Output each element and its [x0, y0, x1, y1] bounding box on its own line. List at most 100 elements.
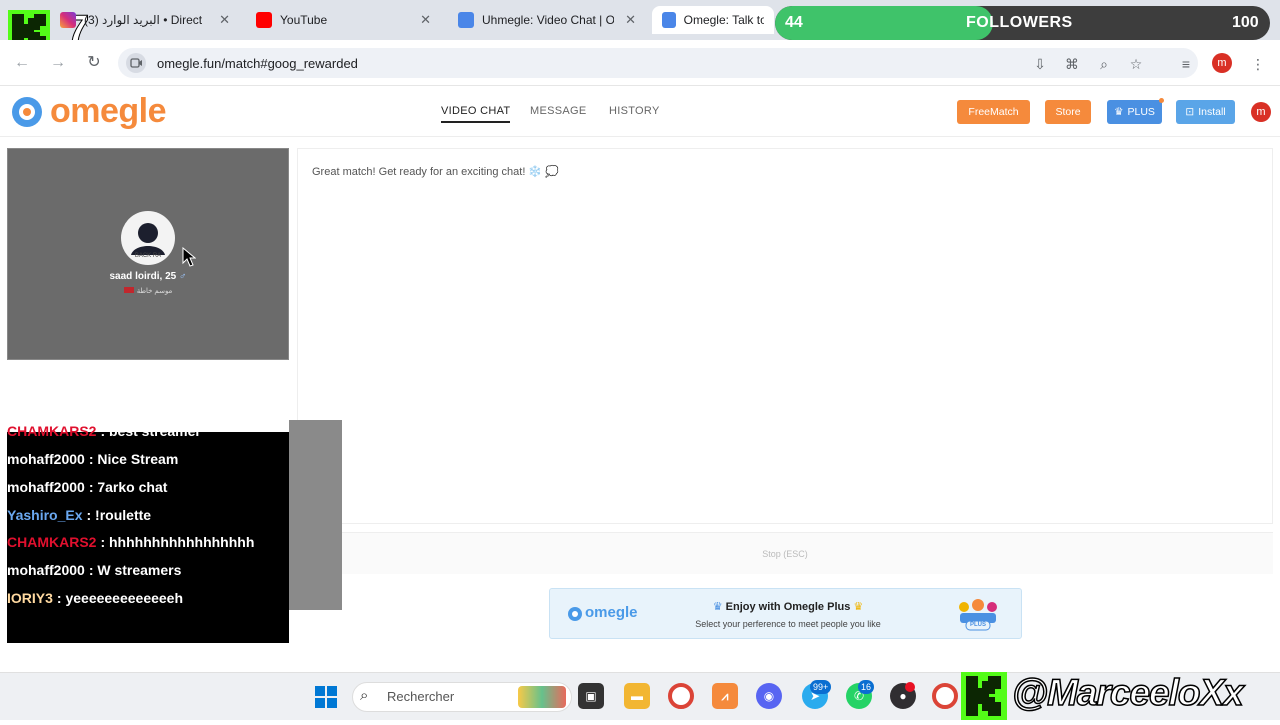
followers-label: FOLLOWERS	[966, 14, 1073, 31]
chat-username: mohaff2000	[7, 562, 85, 578]
crown-icon: ♛	[1114, 106, 1124, 118]
omegle-icon	[662, 12, 676, 28]
menu-dots-icon[interactable]: ⋮	[1247, 53, 1269, 75]
site-info-icon[interactable]	[126, 53, 146, 73]
tab-uhmegle[interactable]: Uhmegle: Video Chat | Or ✕	[448, 6, 646, 34]
profile-avatar[interactable]: m	[1212, 53, 1232, 73]
chat-text: : !roulette	[86, 507, 152, 523]
partner-name-text: saad loirdi, 25	[109, 271, 177, 282]
chat-username: mohaff2000	[7, 451, 85, 467]
tab-video-chat[interactable]: VIDEO CHAT	[441, 105, 511, 123]
banner-title-text: Enjoy with Omegle Plus	[725, 601, 851, 613]
search-highlight-image	[518, 686, 566, 708]
tab-history[interactable]: HISTORY	[609, 105, 660, 117]
tab-title: Omegle: Talk to S	[683, 13, 764, 27]
chat-username: Yashiro_Ex	[7, 507, 83, 523]
plus-label: PLUS	[1127, 106, 1155, 118]
telegram-badge: 99+	[810, 680, 832, 694]
stream-chat-line: mohaff2000: W streamers	[7, 557, 181, 583]
banner-plus-badge: PLUS	[969, 622, 986, 628]
plus-button[interactable]: ♛ PLUS	[1107, 100, 1162, 124]
stream-chat-line: mohaff2000: 7arko chat	[7, 474, 167, 500]
whatsapp-badge: 16	[858, 680, 875, 694]
close-icon[interactable]: ✕	[420, 12, 431, 28]
mouse-cursor-icon	[182, 246, 197, 272]
banner-logo-text: omegle	[585, 604, 638, 621]
tab-title: البريد الوارد (3) • Direct	[84, 13, 203, 27]
male-gender-icon: ♂	[178, 271, 187, 282]
flag-icon	[123, 287, 134, 293]
tab-message[interactable]: MESSAGE	[530, 105, 587, 117]
chat-text: : W streamers	[88, 562, 182, 578]
chat-text: : 7arko chat	[88, 479, 168, 495]
followers-current: 44	[785, 14, 803, 31]
close-icon[interactable]: ✕	[625, 12, 636, 28]
tab-instagram[interactable]: البريد الوارد (3) • Direct ✕	[50, 6, 240, 34]
store-button[interactable]: Store	[1045, 100, 1091, 124]
zoom-icon[interactable]: ⌕	[1093, 53, 1115, 75]
banner-title: ♛ Enjoy with Omegle Plus ♛	[688, 600, 888, 613]
notification-dot	[1159, 98, 1164, 103]
app-icon[interactable]: ⩘	[712, 683, 738, 709]
chat-username: CHAMKARS2	[7, 534, 97, 550]
chat-text: : yeeeeeeeeeeeeeh	[56, 590, 184, 606]
translate-icon[interactable]: ⌘	[1061, 53, 1083, 75]
youtube-icon	[256, 12, 272, 28]
overlay-side-panel	[289, 420, 342, 610]
instagram-icon	[60, 12, 76, 28]
chrome-active-icon[interactable]	[932, 683, 958, 709]
freematch-label: FreeMatch	[968, 106, 1019, 118]
chat-text: : Nice Stream	[88, 451, 179, 467]
tab-title: Uhmegle: Video Chat | Or	[482, 13, 614, 27]
download-icon: ⊡	[1185, 106, 1195, 118]
streamer-handle: @MarceeloXx	[1011, 671, 1244, 714]
omegle-logo-text[interactable]: omegle	[50, 92, 167, 131]
discord-icon[interactable]: ◉	[756, 683, 782, 709]
tab-omegle-active[interactable]: Omegle: Talk to S	[652, 6, 774, 34]
windows-start-icon[interactable]	[314, 685, 338, 709]
freematch-button[interactable]: FreeMatch	[957, 100, 1030, 124]
search-placeholder: Rechercher	[387, 689, 455, 704]
site-profile-avatar[interactable]: m	[1251, 102, 1271, 122]
reload-icon[interactable]: ↻	[83, 52, 105, 74]
partner-location-text: موسم خاطة	[136, 288, 173, 295]
search-icon: ⌕	[360, 687, 369, 704]
close-icon[interactable]: ✕	[219, 12, 230, 28]
system-message: Great match! Get ready for an exciting c…	[312, 166, 559, 178]
chat-username: mohaff2000	[7, 479, 85, 495]
stream-chat-line: CHAMKARS2: best streamer	[7, 418, 201, 444]
stream-chat-line: CHAMKARS2: hhhhhhhhhhhhhhhhh	[7, 529, 254, 555]
chrome-icon[interactable]	[668, 683, 694, 709]
stop-button[interactable]: Stop (ESC)	[740, 549, 830, 559]
stream-chat-line: Yashiro_Ex: !roulette	[7, 502, 151, 528]
recording-dot	[905, 682, 915, 692]
stream-chat-line: IORIY3: yeeeeeeeeeeeeeh	[7, 585, 183, 611]
tab-youtube[interactable]: YouTube ✕	[246, 6, 441, 34]
chat-message-area	[297, 148, 1273, 524]
task-view-icon[interactable]: ▣	[578, 683, 604, 709]
install-app-icon[interactable]: ⇩	[1029, 53, 1051, 75]
tab-title: YouTube	[280, 13, 328, 27]
chat-username: CHAMKARS2	[7, 423, 97, 439]
stream-chat-line: mohaff2000: Nice Stream	[7, 446, 178, 472]
url-text[interactable]: omegle.fun/match#goog_rewarded	[157, 56, 358, 71]
followers-progress-fill	[775, 6, 993, 40]
install-button[interactable]: ⊡ Install	[1176, 100, 1235, 124]
chat-text: : best streamer	[100, 423, 201, 439]
forward-arrow-icon[interactable]: →	[47, 52, 69, 74]
uhmegle-icon	[458, 12, 474, 28]
file-explorer-icon[interactable]: ▬	[624, 683, 650, 709]
bookmark-star-icon[interactable]: ☆	[1125, 53, 1147, 75]
kick-logo-icon	[961, 672, 1007, 720]
avatar-caption: BACK RA	[134, 253, 162, 259]
banner-logo-icon	[567, 606, 583, 622]
partner-location: موسم خاطة	[90, 287, 206, 295]
omegle-logo-icon[interactable]	[7, 94, 47, 130]
chat-text: : hhhhhhhhhhhhhhhhh	[100, 534, 255, 550]
crown-icon: ♛	[712, 601, 723, 613]
partner-name: saad loirdi, 25 ♂	[60, 271, 236, 282]
back-arrow-icon[interactable]: ←	[11, 52, 33, 74]
store-label: Store	[1055, 106, 1081, 118]
followers-goal: 100	[1232, 14, 1259, 31]
media-controls-icon[interactable]: ≡	[1175, 53, 1197, 75]
